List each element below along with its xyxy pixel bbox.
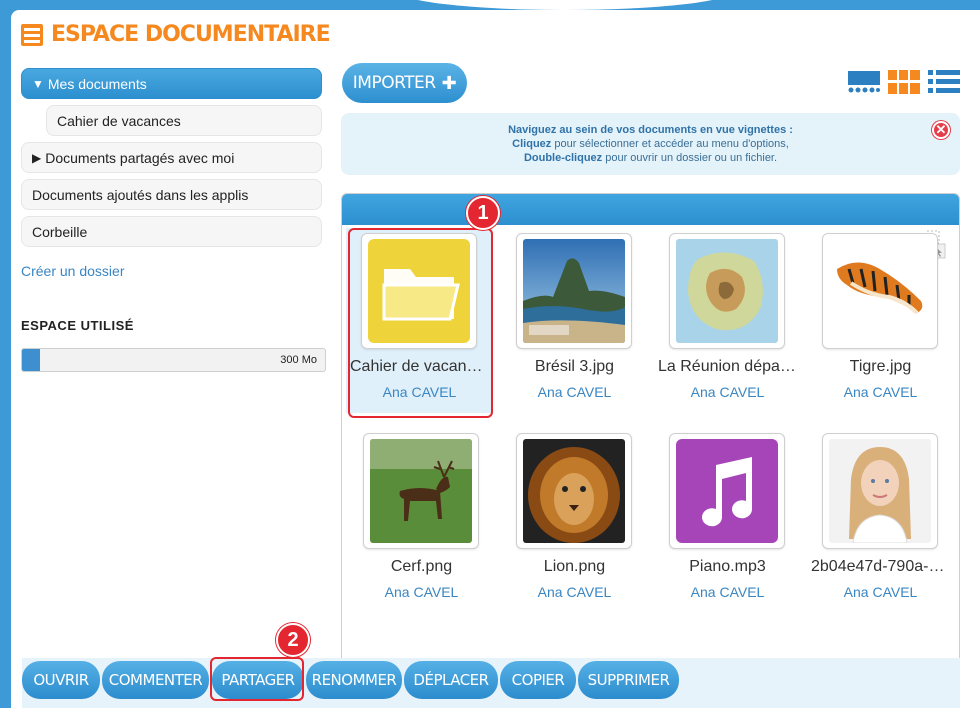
sidebar-item-cahier-de-vacances[interactable]: Cahier de vacances [46,105,322,136]
info-line1: Naviguez au sein de vos documents en vue… [508,124,793,136]
document-owner[interactable]: Ana CAVEL [501,384,648,400]
tiger-photo [829,239,931,343]
document-tile[interactable]: Brésil 3.jpg Ana CAVEL [501,228,648,413]
close-icon[interactable]: ✕ [932,121,950,139]
share-button-highlight [210,657,304,701]
triangle-down-icon: ▼ [32,76,44,91]
document-thumbnail [516,433,632,549]
document-name: Piano.mp3 [689,558,766,575]
document-name: Brésil 3.jpg [534,358,615,375]
info-line3-bold: Double-cliquez [523,152,603,164]
page-title: ESPACE DOCUMENTAIRE [51,22,331,47]
sidebar-item-label: Mes documents [47,75,147,92]
document-thumbnail [669,433,785,549]
info-line3: pour ouvrir un dossier ou un fichier. [602,152,778,164]
open-button[interactable]: OUVRIR [22,661,100,699]
storage-quota-fill [22,349,41,371]
delete-button[interactable]: SUPPRIMER [578,661,679,699]
document-name: Cerf.png [390,558,453,575]
sidebar-item-documents-partages[interactable]: ▶ Documents partagés avec moi [21,142,322,173]
document-name: La Réunion département [658,358,801,375]
title-row: ESPACE DOCUMENTAIRE [21,22,331,47]
document-owner[interactable]: Ana CAVEL [348,584,495,600]
deer-photo [370,439,472,543]
document-tile[interactable]: Piano.mp3 Ana CAVEL [654,428,801,613]
document-owner[interactable]: Ana CAVEL [654,384,801,400]
selected-document-highlight [348,228,493,418]
document-thumbnail [363,433,479,549]
sidebar-item-corbeille[interactable]: Corbeille [21,216,322,247]
import-button[interactable]: IMPORTER ✚ [342,63,467,103]
sidebar-item-label: Corbeille [32,223,88,240]
copy-button[interactable]: COPIER [500,661,576,699]
music-icon [676,439,778,543]
document-tile[interactable]: Tigre.jpg Ana CAVEL [807,228,954,413]
document-owner[interactable]: Ana CAVEL [654,584,801,600]
map-photo [676,239,778,343]
document-tile[interactable]: La Réunion département Ana CAVEL [654,228,801,413]
document-tile[interactable]: Cerf.png Ana CAVEL [348,428,495,613]
documents-grid-header [342,194,959,225]
lion-photo [523,439,625,543]
documents-icon [21,23,43,46]
rio-photo [523,239,625,343]
header-tab-bump [395,0,735,10]
document-name: Lion.png [543,558,606,575]
sidebar-item-documents-applis[interactable]: Documents ajoutés dans les applis [21,179,322,210]
plus-icon: ✚ [441,72,457,94]
space-used-title: ESPACE UTILISÉ [21,318,134,333]
storage-quota-label: 300 Mo [280,354,317,366]
step-badge-2: 2 [276,623,310,657]
rename-button[interactable]: RENOMMER [306,661,402,699]
portrait-photo [829,439,931,543]
move-button[interactable]: DÉPLACER [404,661,498,699]
step-badge-1: 1 [466,196,500,230]
sidebar-item-mes-documents[interactable]: ▼ Mes documents [21,68,322,99]
document-owner[interactable]: Ana CAVEL [501,584,648,600]
import-button-label: IMPORTER [352,73,436,93]
document-tile[interactable]: 2b04e47d-790a-4c5b.jpg Ana CAVEL [807,428,954,613]
document-owner[interactable]: Ana CAVEL [807,384,954,400]
view-switcher [848,70,960,94]
grid-view-icon[interactable] [888,70,920,94]
document-name: Tigre.jpg [849,358,912,375]
document-thumbnail [822,233,938,349]
document-tile[interactable]: Lion.png Ana CAVEL [501,428,648,613]
create-folder-link[interactable]: Créer un dossier [21,263,125,279]
document-thumbnail [669,233,785,349]
info-box: Naviguez au sein de vos documents en vue… [341,113,960,175]
document-name: 2b04e47d-790a-4c5b.jpg [811,558,954,575]
sidebar-item-label: Cahier de vacances [57,112,181,129]
carousel-view-icon[interactable] [848,70,880,94]
sidebar-item-label: Documents partagés avec moi [45,149,235,166]
info-line2-bold: Cliquez [512,138,552,150]
info-line2: pour sélectionner et accéder au menu d'o… [551,138,789,150]
comment-button[interactable]: COMMENTER [102,661,209,699]
document-owner[interactable]: Ana CAVEL [807,584,954,600]
sidebar-item-label: Documents ajoutés dans les applis [32,186,249,203]
triangle-right-icon: ▶ [32,150,42,165]
document-thumbnail [516,233,632,349]
list-view-icon[interactable] [928,70,960,94]
storage-quota-bar: 300 Mo [21,348,326,372]
documents-panel: ESPACE DOCUMENTAIRE ▼ Mes documents Cahi… [11,10,980,708]
document-thumbnail [822,433,938,549]
